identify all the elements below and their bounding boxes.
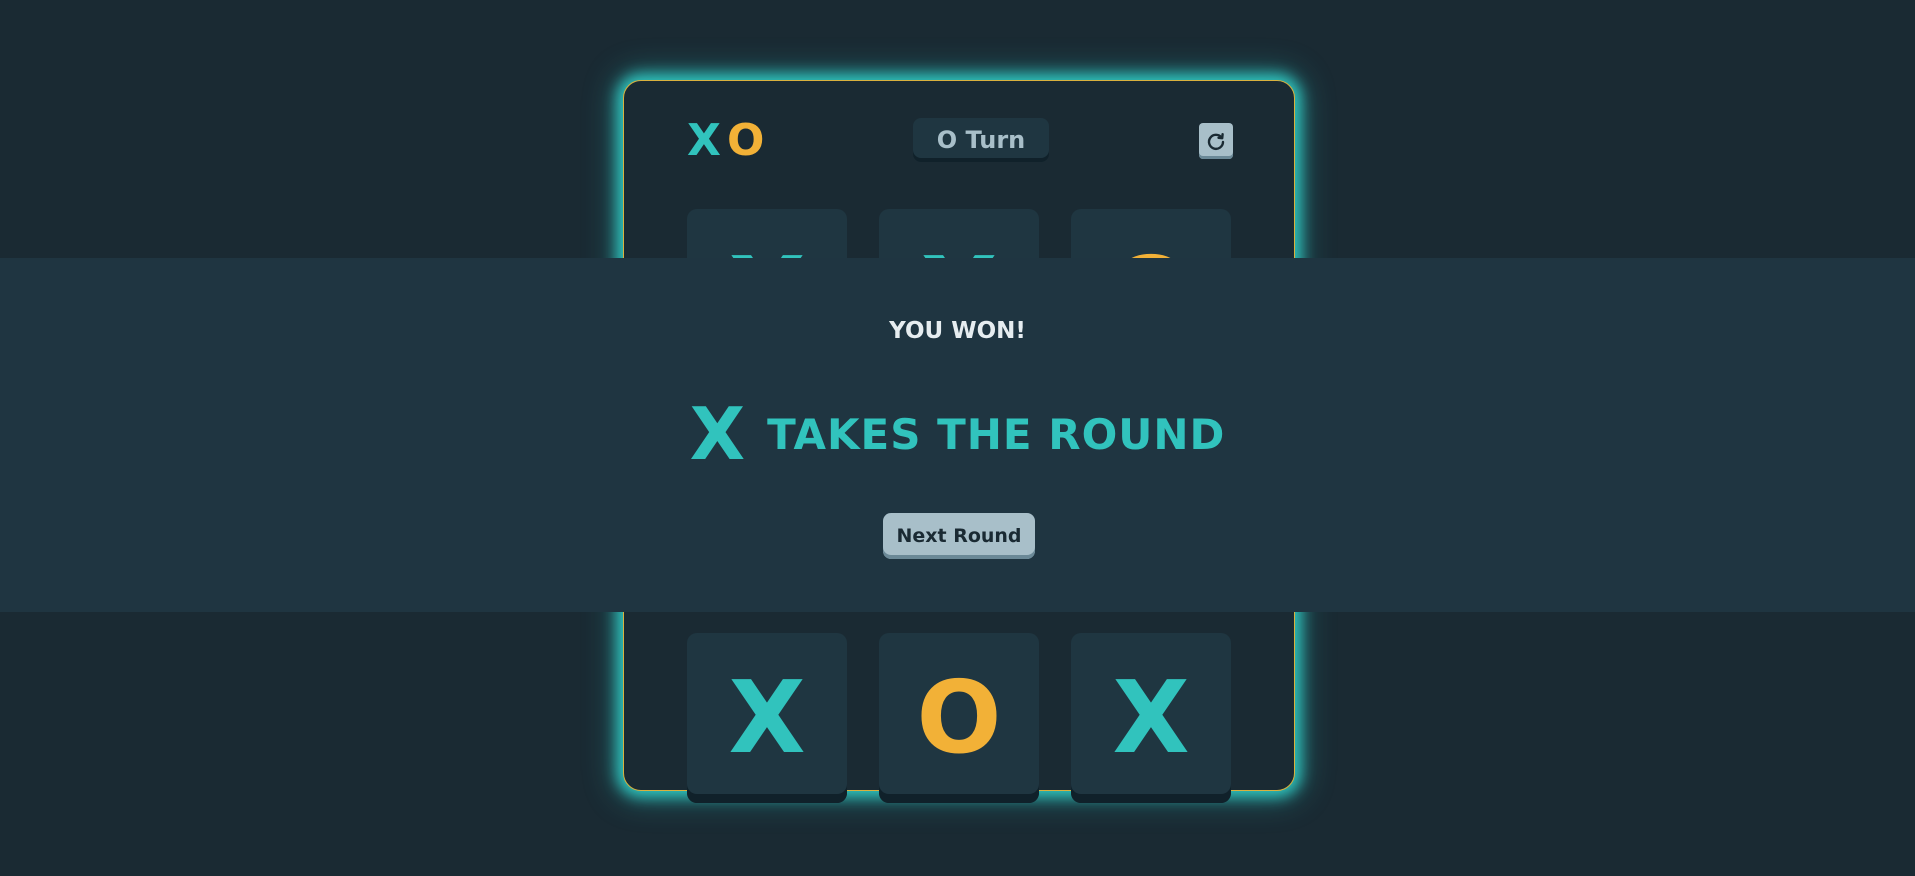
restart-button[interactable]	[1199, 123, 1233, 159]
board-cell-8[interactable]: O	[879, 633, 1039, 803]
board-cell-9[interactable]: X	[1071, 633, 1231, 803]
logo-x: X	[687, 115, 721, 166]
turn-indicator: O Turn	[913, 118, 1049, 162]
round-result-banner: YOU WON! X TAKES THE ROUND Next Round	[0, 258, 1915, 612]
result-heading: YOU WON!	[889, 318, 1026, 344]
board-cell-7[interactable]: X	[687, 633, 847, 803]
logo-o: O	[726, 115, 765, 166]
result-message: TAKES THE ROUND	[767, 409, 1226, 459]
logo: X O	[687, 119, 764, 163]
winner-mark: X	[689, 392, 746, 476]
next-round-button[interactable]: Next Round	[883, 513, 1035, 559]
turn-label: O Turn	[936, 126, 1026, 154]
result-line: X TAKES THE ROUND	[0, 398, 1915, 470]
restart-icon	[1207, 133, 1225, 151]
